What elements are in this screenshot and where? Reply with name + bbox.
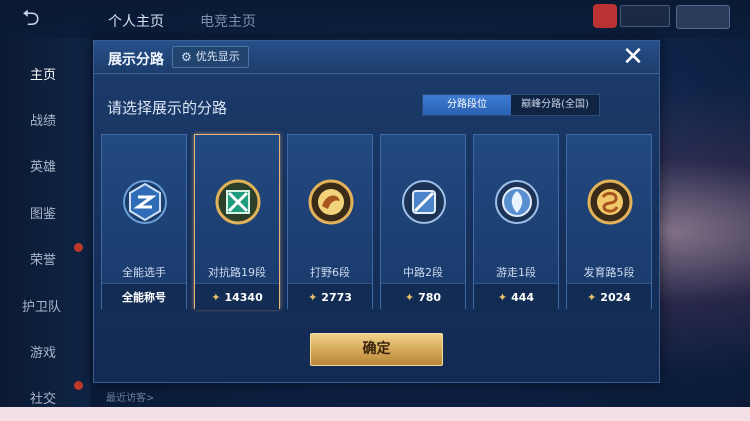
sidebar-item-games[interactable]: 游戏	[30, 342, 56, 361]
farm-lane-emblem-icon	[587, 179, 633, 225]
lane-score: ✦ 444	[474, 283, 558, 310]
tab-profile[interactable]: 个人主页	[108, 11, 164, 31]
dialog-title: 展示分路	[108, 52, 164, 68]
lane-card[interactable]: 中路2段 ✦ 780	[380, 134, 466, 310]
all-round-emblem-icon	[123, 180, 167, 224]
points-icon: ✦	[308, 290, 318, 304]
lane-value: 444	[511, 290, 535, 304]
recent-visitors-link[interactable]: 最近访客>	[106, 389, 154, 404]
lane-value: 14340	[224, 290, 263, 304]
lane-name: 游走1段	[496, 266, 536, 279]
lane-score: ✦ 780	[381, 283, 465, 310]
priority-display-button[interactable]: ⚙ 优先显示	[172, 46, 249, 68]
top-right-button[interactable]	[676, 5, 730, 29]
tab-group: 分路段位 巅峰分路(全国)	[422, 94, 600, 116]
tab-peak-lane[interactable]: 巅峰分路(全国)	[511, 95, 599, 115]
lane-value: 2024	[600, 290, 631, 304]
lane-score: ✦ 2024	[567, 283, 651, 310]
lane-display-dialog: 展示分路 ⚙ 优先显示 ✕ 请选择展示的分路 分路段位 巅峰分路(全国) 全能选…	[93, 40, 660, 383]
lane-card[interactable]: 全能选手 全能称号	[101, 134, 187, 310]
points-icon: ✦	[587, 290, 597, 304]
avatar[interactable]	[593, 4, 617, 28]
lane-card[interactable]: 打野6段 ✦ 2773	[287, 134, 373, 310]
points-icon: ✦	[497, 290, 508, 304]
status-badge	[620, 5, 670, 27]
points-icon: ✦	[404, 290, 415, 304]
jungle-emblem-icon	[308, 179, 354, 225]
points-icon: ✦	[211, 290, 221, 304]
lane-value: 全能称号	[122, 291, 166, 304]
tab-lane-rank[interactable]: 分路段位	[423, 95, 511, 115]
confirm-button[interactable]: 确定	[310, 333, 443, 366]
lane-score: ✦ 2773	[288, 283, 372, 310]
lane-card[interactable]: 游走1段 ✦ 444	[473, 134, 559, 310]
lane-card[interactable]: 发育路5段 ✦ 2024	[566, 134, 652, 310]
top-bar: ⮌ 个人主页 电竞主页	[0, 0, 750, 38]
lane-name: 发育路5段	[583, 266, 635, 279]
tab-esports[interactable]: 电竞主页	[200, 11, 256, 31]
back-icon[interactable]: ⮌	[22, 8, 62, 30]
notification-dot	[74, 381, 83, 390]
clash-lane-emblem-icon	[215, 179, 261, 225]
sidebar-item-collection[interactable]: 图鉴	[30, 203, 56, 222]
sidebar-item-record[interactable]: 战绩	[30, 110, 56, 129]
notification-dot	[74, 243, 83, 252]
lane-name: 打野6段	[310, 266, 350, 279]
lane-score: ✦ 14340	[195, 283, 279, 310]
lane-name: 对抗路19段	[208, 266, 266, 279]
lane-value: 2773	[321, 290, 352, 304]
sidebar-item-honor[interactable]: 荣誉	[30, 249, 56, 268]
bottom-strip	[0, 407, 750, 421]
priority-display-label: 优先显示	[195, 50, 240, 63]
sidebar: 主页 战绩 英雄 图鉴 荣誉 护卫队 游戏 社交	[0, 38, 90, 421]
roam-emblem-icon	[495, 180, 539, 224]
sidebar-item-hero[interactable]: 英雄	[30, 156, 56, 175]
sidebar-item-home[interactable]: 主页	[30, 64, 56, 83]
mid-lane-emblem-icon	[402, 180, 446, 224]
dialog-subtitle: 请选择展示的分路	[107, 99, 228, 117]
lane-name: 全能选手	[122, 266, 166, 279]
gear-icon: ⚙	[181, 50, 192, 64]
lane-card-selected[interactable]: 对抗路19段 ✦ 14340	[194, 134, 280, 310]
sidebar-item-guard[interactable]: 护卫队	[22, 296, 61, 315]
dialog-header: 展示分路 ⚙ 优先显示 ✕	[94, 41, 659, 74]
close-icon[interactable]: ✕	[618, 43, 648, 71]
lane-name: 中路2段	[403, 266, 443, 279]
lane-value: 780	[418, 290, 442, 304]
lane-score: 全能称号	[102, 283, 186, 310]
sidebar-item-social[interactable]: 社交	[30, 388, 56, 407]
